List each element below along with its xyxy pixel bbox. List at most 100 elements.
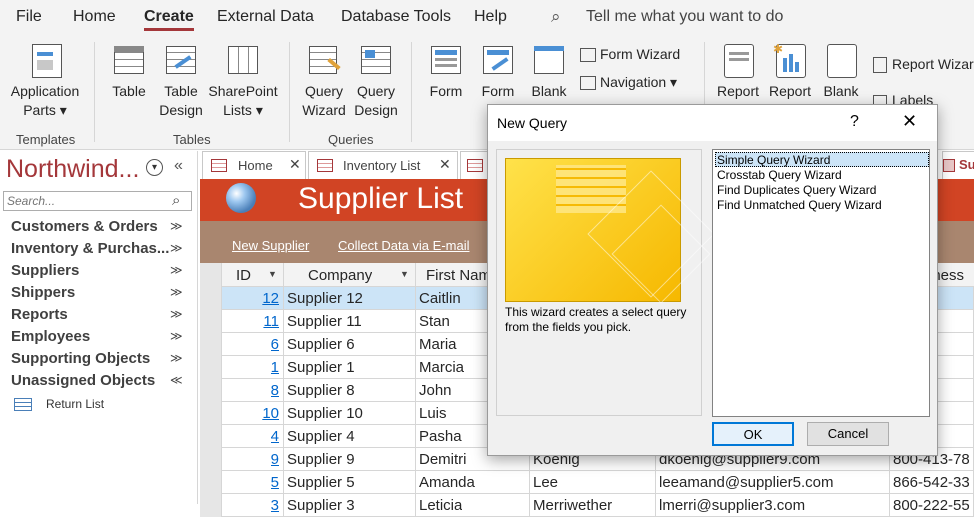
column-header-company[interactable]: Company ▼ xyxy=(284,263,416,287)
table-design-button[interactable]: Table Design xyxy=(156,44,206,120)
ok-button[interactable]: OK xyxy=(712,422,794,446)
menu-file[interactable]: File xyxy=(16,8,42,26)
expand-chevron-icon[interactable]: ≫ xyxy=(170,263,183,277)
report-button[interactable]: Report xyxy=(714,44,762,101)
nav-search-input[interactable] xyxy=(4,192,164,210)
collect-data-email-link[interactable]: Collect Data via E-mail xyxy=(338,238,470,253)
cancel-button[interactable]: Cancel xyxy=(807,422,889,446)
report-design-button[interactable]: ✱ Report xyxy=(766,42,814,101)
cell-business-phone[interactable]: 800-222-55 xyxy=(890,494,974,517)
form-button[interactable]: Form xyxy=(422,44,470,101)
cell-id[interactable]: 5 xyxy=(222,471,284,494)
cell-last-name[interactable]: Merriwether xyxy=(530,494,656,517)
menu-home[interactable]: Home xyxy=(73,8,116,26)
cell-company[interactable]: Supplier 11 xyxy=(284,310,416,333)
blank-form-button[interactable]: Blank xyxy=(526,44,572,101)
report-wizard-button[interactable]: Report Wizar xyxy=(873,56,974,74)
record-selector[interactable] xyxy=(200,425,222,448)
expand-chevron-icon[interactable]: ≫ xyxy=(170,219,183,233)
record-selector[interactable] xyxy=(200,402,222,425)
help-button[interactable]: ? xyxy=(850,113,859,131)
menu-help[interactable]: Help xyxy=(474,8,507,26)
select-all-cell[interactable] xyxy=(200,263,222,287)
sort-dropdown-icon[interactable]: ▼ xyxy=(268,269,277,279)
table-row[interactable]: 5 Supplier 5 Amanda Lee leeamand@supplier5.c… xyxy=(200,471,974,494)
record-selector[interactable] xyxy=(200,494,222,517)
form-wizard-button[interactable]: Form Wizard xyxy=(580,46,680,63)
nav-group-suppliers[interactable]: Suppliers xyxy=(11,262,79,279)
record-selector[interactable] xyxy=(200,379,222,402)
menu-external-data[interactable]: External Data xyxy=(217,8,314,26)
cell-last-name[interactable]: Lee xyxy=(530,471,656,494)
nav-group-supporting-objects[interactable]: Supporting Objects xyxy=(11,350,150,367)
sharepoint-lists-button[interactable]: SharePoint Lists ▾ xyxy=(208,44,278,120)
collapse-chevron-icon[interactable]: ≪ xyxy=(170,373,183,387)
cell-email[interactable]: leeamand@supplier5.com xyxy=(656,471,890,494)
record-selector[interactable] xyxy=(200,471,222,494)
table-row[interactable]: 3 Supplier 3 Leticia Merriwether lmerri@supp… xyxy=(200,494,974,517)
tell-me-box[interactable]: Tell me what you want to do xyxy=(586,8,783,26)
tab-inventory-list[interactable]: Inventory List ✕ xyxy=(308,151,458,179)
tab-home[interactable]: Home ✕ xyxy=(202,151,306,179)
list-item-crosstab-query-wizard[interactable]: Crosstab Query Wizard xyxy=(715,168,929,183)
expand-chevron-icon[interactable]: ≫ xyxy=(170,329,183,343)
record-selector[interactable] xyxy=(200,310,222,333)
record-selector[interactable] xyxy=(200,287,222,310)
record-selector[interactable] xyxy=(200,333,222,356)
expand-chevron-icon[interactable]: ≫ xyxy=(170,351,183,365)
menu-create[interactable]: Create xyxy=(144,8,194,31)
nav-group-employees[interactable]: Employees xyxy=(11,328,90,345)
expand-chevron-icon[interactable]: ≫ xyxy=(170,307,183,321)
close-tab-icon[interactable]: ✕ xyxy=(289,156,301,173)
cell-company[interactable]: Supplier 8 xyxy=(284,379,416,402)
cell-first-name[interactable]: Leticia xyxy=(416,494,530,517)
table-button[interactable]: Table xyxy=(106,44,152,101)
nav-group-customers-orders[interactable]: Customers & Orders xyxy=(11,218,158,235)
cell-id[interactable]: 3 xyxy=(222,494,284,517)
expand-chevron-icon[interactable]: ≫ xyxy=(170,241,183,255)
cell-id[interactable]: 4 xyxy=(222,425,284,448)
query-wizard-button[interactable]: Query Wizard xyxy=(300,44,348,120)
nav-search-box[interactable]: ⌕ xyxy=(3,191,192,211)
nav-pane-title[interactable]: Northwind... xyxy=(6,155,139,184)
nav-menu-dropdown-icon[interactable]: ▾ xyxy=(146,159,163,176)
new-supplier-link[interactable]: New Supplier xyxy=(232,238,309,253)
cell-id[interactable]: 10 xyxy=(222,402,284,425)
cell-first-name[interactable]: Amanda xyxy=(416,471,530,494)
nav-item-return-list[interactable]: Return List xyxy=(12,396,192,414)
tab-hidden[interactable] xyxy=(460,151,490,179)
cell-id[interactable]: 9 xyxy=(222,448,284,471)
blank-report-button[interactable]: Blank xyxy=(818,44,864,101)
column-header-id[interactable]: ID ▼ xyxy=(222,263,284,287)
cell-company[interactable]: Supplier 10 xyxy=(284,402,416,425)
nav-group-reports[interactable]: Reports xyxy=(11,306,68,323)
search-icon[interactable]: ⌕ xyxy=(551,7,561,27)
expand-chevron-icon[interactable]: ≫ xyxy=(170,285,183,299)
menu-database-tools[interactable]: Database Tools xyxy=(341,8,451,26)
navigation-button[interactable]: Navigation ▾ xyxy=(580,74,677,91)
cell-id[interactable]: 11 xyxy=(222,310,284,333)
query-design-button[interactable]: Query Design xyxy=(352,44,400,120)
cell-id[interactable]: 8 xyxy=(222,379,284,402)
list-item-find-unmatched-query-wizard[interactable]: Find Unmatched Query Wizard xyxy=(715,198,929,213)
cell-company[interactable]: Supplier 12 xyxy=(284,287,416,310)
nav-group-unassigned-objects[interactable]: Unassigned Objects xyxy=(11,372,155,389)
cell-id[interactable]: 1 xyxy=(222,356,284,379)
cell-company[interactable]: Supplier 6 xyxy=(284,333,416,356)
query-type-list[interactable]: Simple Query Wizard Crosstab Query Wizar… xyxy=(712,149,930,417)
record-selector[interactable] xyxy=(200,356,222,379)
cell-company[interactable]: Supplier 5 xyxy=(284,471,416,494)
cell-company[interactable]: Supplier 9 xyxy=(284,448,416,471)
nav-group-inventory-purchasing[interactable]: Inventory & Purchas... xyxy=(11,240,169,257)
cell-company[interactable]: Supplier 3 xyxy=(284,494,416,517)
list-item-find-duplicates-query-wizard[interactable]: Find Duplicates Query Wizard xyxy=(715,183,929,198)
cell-company[interactable]: Supplier 1 xyxy=(284,356,416,379)
cell-email[interactable]: lmerri@supplier3.com xyxy=(656,494,890,517)
cell-company[interactable]: Supplier 4 xyxy=(284,425,416,448)
record-selector[interactable] xyxy=(200,448,222,471)
close-tab-icon[interactable]: ✕ xyxy=(439,156,451,173)
sort-dropdown-icon[interactable]: ▼ xyxy=(400,269,409,279)
tab-suppliers[interactable]: Su xyxy=(942,151,974,179)
search-icon[interactable]: ⌕ xyxy=(172,192,180,209)
cell-business-phone[interactable]: 866-542-33 xyxy=(890,471,974,494)
